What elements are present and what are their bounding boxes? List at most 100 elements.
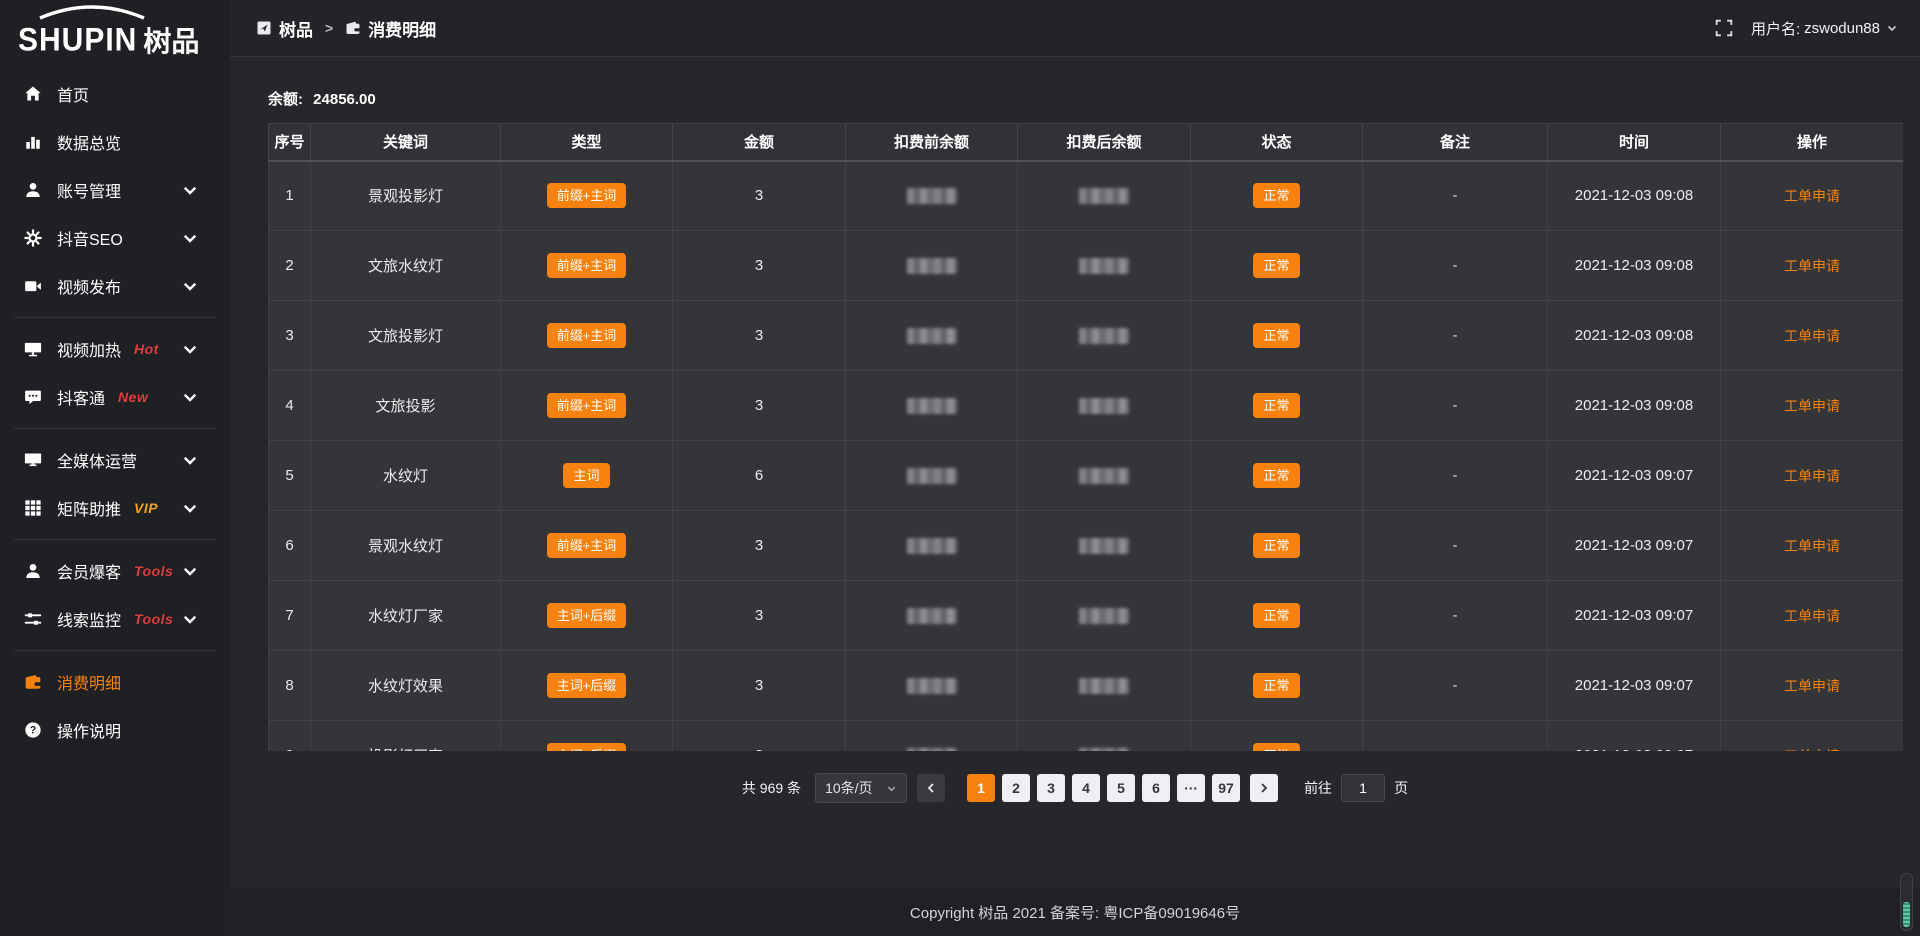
cell-balance-before <box>846 161 1018 231</box>
sidebar-item-clue-monitor[interactable]: 线索监控Tools <box>0 595 230 643</box>
cell-status: 正常 <box>1191 581 1363 651</box>
page-button-1[interactable]: 1 <box>967 774 995 802</box>
page-button-97[interactable]: 97 <box>1212 774 1240 802</box>
redacted-value <box>1079 188 1129 204</box>
page-button-3[interactable]: 3 <box>1037 774 1065 802</box>
type-badge: 前缀+主词 <box>547 183 627 208</box>
prev-page-button[interactable] <box>917 774 945 802</box>
redacted-value <box>1079 258 1129 274</box>
type-badge: 主词+后缀 <box>547 673 627 698</box>
bar-chart-icon <box>24 133 42 151</box>
chat-icon <box>24 388 42 406</box>
sidebar-item-home[interactable]: 首页 <box>0 70 230 118</box>
breadcrumb: 树品>消费明细 <box>256 16 436 41</box>
sidebar-item-media-ops[interactable]: 全媒体运营 <box>0 436 230 484</box>
goto-page-input[interactable] <box>1341 774 1385 802</box>
user-menu[interactable]: 用户名: zswodun88 <box>1751 18 1898 39</box>
cell-action: 工单申请 <box>1721 231 1904 301</box>
page-button-2[interactable]: 2 <box>1002 774 1030 802</box>
redacted-value <box>1079 538 1129 554</box>
cell-type: 主词 <box>501 441 673 511</box>
work-order-link[interactable]: 工单申请 <box>1784 258 1840 274</box>
table-row: 4文旅投影前缀+主词3正常-2021-12-03 09:08工单申请 <box>269 371 1904 441</box>
cell-type: 主词+后缀 <box>501 651 673 721</box>
status-badge: 正常 <box>1253 673 1299 698</box>
grid-icon <box>24 499 42 517</box>
sidebar-item-douyin-seo[interactable]: 抖音SEO <box>0 214 230 262</box>
cell-balance-before <box>846 721 1018 752</box>
cell-balance-after <box>1018 721 1191 752</box>
work-order-link[interactable]: 工单申请 <box>1784 608 1840 624</box>
work-order-link[interactable]: 工单申请 <box>1784 398 1840 414</box>
sidebar-item-consume-detail[interactable]: 消费明细 <box>0 658 230 706</box>
page-button-5[interactable]: 5 <box>1107 774 1135 802</box>
work-order-link[interactable]: 工单申请 <box>1784 328 1840 344</box>
cell-amount: 6 <box>673 441 846 511</box>
cell-status: 正常 <box>1191 441 1363 511</box>
redacted-value <box>1079 748 1129 751</box>
member-icon <box>24 562 42 580</box>
sidebar-item-matrix-boost[interactable]: 矩阵助推VIP <box>0 484 230 532</box>
cell-keyword: 投影灯厂家 <box>311 721 501 752</box>
sidebar-item-video-heat[interactable]: 视频加热Hot <box>0 325 230 373</box>
balance-value: 24856.00 <box>313 91 376 108</box>
cell-action: 工单申请 <box>1721 511 1904 581</box>
cell-action: 工单申请 <box>1721 161 1904 231</box>
cell-type: 前缀+主词 <box>501 231 673 301</box>
redacted-value <box>907 258 957 274</box>
scrollbar-track[interactable] <box>1900 873 1913 931</box>
scrollbar-thumb[interactable] <box>1903 902 1910 927</box>
work-order-link[interactable]: 工单申请 <box>1784 468 1840 484</box>
work-order-link[interactable]: 工单申请 <box>1784 678 1840 694</box>
wallet-icon <box>345 20 361 36</box>
cell-remark: - <box>1363 441 1548 511</box>
cell-time: 2021-12-03 09:08 <box>1548 161 1721 231</box>
cell-status: 正常 <box>1191 721 1363 752</box>
sidebar-item-account[interactable]: 账号管理 <box>0 166 230 214</box>
cell-balance-after <box>1018 161 1191 231</box>
type-badge: 前缀+主词 <box>547 323 627 348</box>
page-ellipsis-button[interactable]: ··· <box>1177 774 1205 802</box>
sidebar-item-video-publish[interactable]: 视频发布 <box>0 262 230 310</box>
username: zswodun88 <box>1804 20 1880 37</box>
sidebar-item-label: 抖音SEO <box>57 226 123 250</box>
consume-table-wrap: 序号关键词类型金额扣费前余额扣费后余额状态备注时间操作 1景观投影灯前缀+主词3… <box>268 123 1903 751</box>
cell-balance-after <box>1018 441 1191 511</box>
cell-balance-after <box>1018 581 1191 651</box>
work-order-link[interactable]: 工单申请 <box>1784 538 1840 554</box>
cell-remark: - <box>1363 231 1548 301</box>
cell-type: 前缀+主词 <box>501 371 673 441</box>
sidebar-item-member-burst[interactable]: 会员爆客Tools <box>0 547 230 595</box>
table-row: 6景观水纹灯前缀+主词3正常-2021-12-03 09:07工单申请 <box>269 511 1904 581</box>
brand-logo[interactable]: SHUPIN 树品 <box>0 0 230 62</box>
cell-balance-before <box>846 651 1018 721</box>
fullscreen-icon[interactable] <box>1715 19 1733 37</box>
sidebar-item-data-overview[interactable]: 数据总览 <box>0 118 230 166</box>
redacted-value <box>1079 608 1129 624</box>
sidebar: SHUPIN 树品 首页数据总览账号管理抖音SEO 视频发布视频加热Hot抖客通N… <box>0 0 230 936</box>
work-order-link[interactable]: 工单申请 <box>1784 748 1840 752</box>
table-row: 5水纹灯主词6正常-2021-12-03 09:07工单申请 <box>269 441 1904 511</box>
goto-suffix: 页 <box>1394 778 1408 798</box>
sliders-icon <box>24 610 42 628</box>
page-size-select[interactable]: 10条/页 <box>815 773 907 803</box>
cell-action: 工单申请 <box>1721 721 1904 752</box>
next-page-button[interactable] <box>1250 774 1278 802</box>
topbar-right: 用户名: zswodun88 <box>1715 18 1898 39</box>
sidebar-item-label: 矩阵助推 <box>57 496 121 520</box>
cell-time: 2021-12-03 09:07 <box>1548 441 1721 511</box>
sidebar-item-douketong[interactable]: 抖客通New <box>0 373 230 421</box>
breadcrumb-item-1[interactable]: 消费明细 <box>345 16 436 41</box>
breadcrumb-label: 消费明细 <box>368 16 436 41</box>
sidebar-item-help[interactable]: ?操作说明 <box>0 706 230 754</box>
page-button-4[interactable]: 4 <box>1072 774 1100 802</box>
user-icon <box>24 181 42 199</box>
cell-num: 1 <box>269 161 311 231</box>
redacted-value <box>907 678 957 694</box>
breadcrumb-item-0[interactable]: 树品 <box>256 16 313 41</box>
sidebar-item-label: 数据总览 <box>57 130 121 154</box>
sidebar-item-tag: Tools <box>134 563 173 579</box>
work-order-link[interactable]: 工单申请 <box>1784 188 1840 204</box>
redacted-value <box>907 538 957 554</box>
page-button-6[interactable]: 6 <box>1142 774 1170 802</box>
